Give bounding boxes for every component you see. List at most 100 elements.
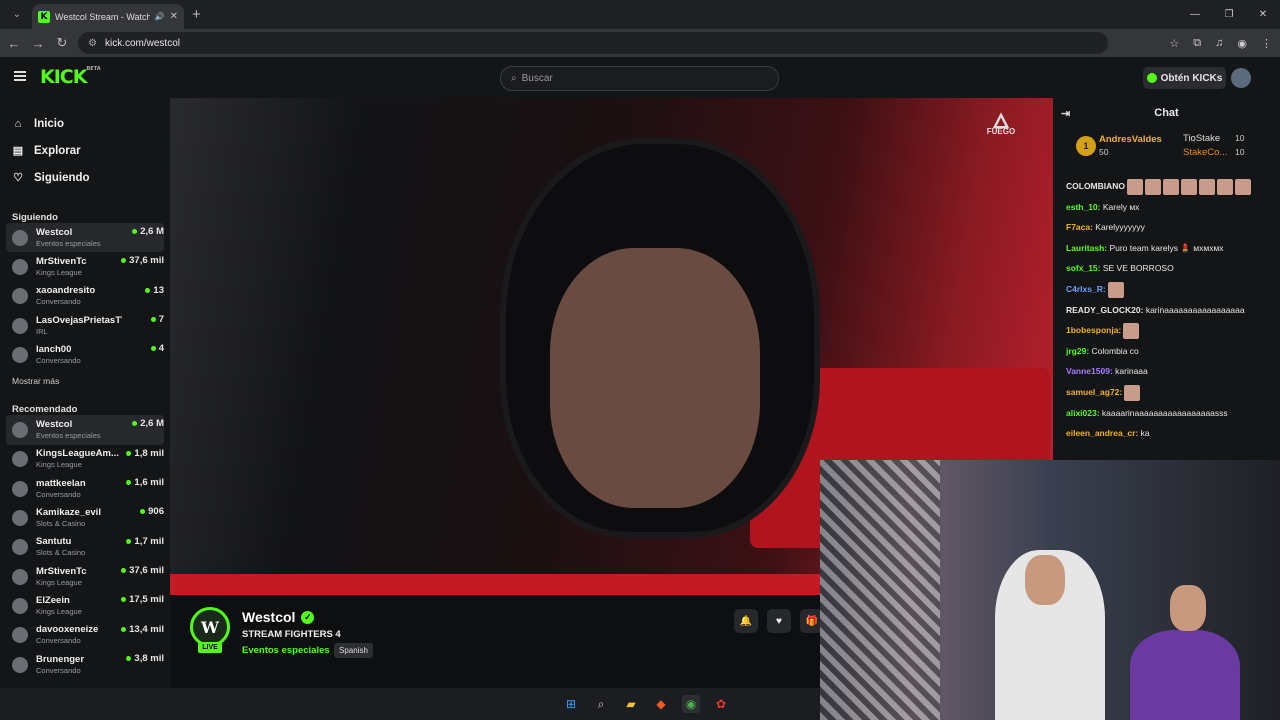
user-avatar[interactable] xyxy=(1231,68,1251,88)
get-kicks-button[interactable]: Obtén KICKs xyxy=(1143,67,1226,89)
live-badge: LIVE xyxy=(198,642,222,653)
extensions-icon[interactable]: ⧉ xyxy=(1193,37,1201,50)
channel-item[interactable]: Brunenger Conversando 3,8 mil xyxy=(6,650,164,679)
chat-username[interactable]: F7aca: xyxy=(1066,222,1093,232)
streamer-name[interactable]: Westcol xyxy=(242,609,295,625)
stream-actions: 🔔 ♥ 🎁 xyxy=(734,609,824,633)
language-tag[interactable]: Spanish xyxy=(334,643,373,658)
chat-username[interactable]: esth_10: xyxy=(1066,202,1101,212)
channel-item[interactable]: Westcol Eventos especiales 2,6 M xyxy=(6,415,164,445)
back-icon[interactable]: ← xyxy=(2,36,26,51)
chrome-browser-icon[interactable]: ◉ xyxy=(682,695,700,713)
chat-username[interactable]: eileen_andrea_cr: xyxy=(1066,428,1138,438)
chat-text: Karelyyyyyyy xyxy=(1092,222,1145,233)
leader-name[interactable]: StakeCo... xyxy=(1183,147,1227,158)
channel-item[interactable]: LasOvejasPrietasTV IRL 7 xyxy=(6,311,164,340)
chat-username[interactable]: COLOMBIANO xyxy=(1066,181,1125,191)
channel-name: LasOvejasPrietasTV xyxy=(36,314,122,326)
stream-category-link[interactable]: Eventos especiales xyxy=(242,645,330,656)
browser-menu-icon[interactable]: ⋮ xyxy=(1261,37,1272,50)
channel-avatar xyxy=(12,229,28,246)
streamer-avatar[interactable]: W xyxy=(190,607,230,647)
channel-item[interactable]: ElZeein Kings League 17,5 mil xyxy=(6,591,164,620)
channel-name: MrStivenTc xyxy=(36,255,87,267)
channel-item[interactable]: xaoandresito Conversando 13 xyxy=(6,282,164,311)
flame-icon: 🜂 xyxy=(992,111,1010,133)
channel-avatar xyxy=(12,288,28,305)
channel-item[interactable]: Kamikaze_evil Slots & Casino 906 xyxy=(6,503,164,532)
close-tab-icon[interactable]: ✕ xyxy=(170,11,178,22)
chat-username[interactable]: alixi023: xyxy=(1066,408,1100,418)
webcam-person-right xyxy=(1130,630,1240,720)
chat-message: 1bobesponja: xyxy=(1066,320,1270,341)
minimize-icon[interactable]: — xyxy=(1178,0,1212,29)
chat-text: Karely ᴍx xyxy=(1100,201,1140,212)
search-icon: ⌕ xyxy=(511,73,517,84)
emote-icon xyxy=(1163,178,1180,195)
app-icon[interactable]: ✿ xyxy=(712,695,730,713)
channel-category: Conversando xyxy=(36,297,81,307)
nav-explorar[interactable]: ▤ Explorar xyxy=(0,137,170,164)
media-icon[interactable]: ♫ xyxy=(1215,37,1223,49)
tab-search-icon[interactable]: ⌄ xyxy=(4,5,30,25)
chat-username[interactable]: samuel_ag72: xyxy=(1066,387,1122,397)
channel-item[interactable]: Westcol Eventos especiales 2,6 M xyxy=(6,223,164,253)
brave-browser-icon[interactable]: ◆ xyxy=(652,695,670,713)
show-more-link[interactable]: Mostrar más xyxy=(0,369,170,393)
leader-value: 10 xyxy=(1235,133,1245,143)
new-tab-icon[interactable]: + xyxy=(192,6,201,23)
leader-name[interactable]: AndresValdes xyxy=(1099,134,1162,145)
windows-start-icon[interactable]: ⊞ xyxy=(562,695,580,713)
leader-name[interactable]: TioStake xyxy=(1183,133,1220,144)
chat-text: kaaaarinaaaaaaaaaaaaaaaaasss xyxy=(1099,407,1228,418)
windows-taskbar: ⊞ ⌕ ▰ ◆ ◉ ✿ xyxy=(0,688,820,720)
nav-siguiendo[interactable]: ♡ Siguiendo xyxy=(0,164,170,191)
browser-toolbar: ☆ ⧉ ♫ ◉ ⋮ xyxy=(1169,29,1272,57)
heart-icon: ♡ xyxy=(13,172,23,184)
channel-item[interactable]: KingsLeagueAm... Kings League 1,8 mil xyxy=(6,445,164,474)
nav-inicio[interactable]: ⌂ Inicio xyxy=(0,110,170,137)
chat-header: ⇥ Chat xyxy=(1053,98,1280,128)
chat-username[interactable]: READY_GLOCK20: xyxy=(1066,305,1143,315)
browse-icon: ▤ xyxy=(12,145,24,157)
avatar-letter: W xyxy=(201,617,219,637)
leaderboard: 1 AndresValdes 50 TioStake 10 StakeCo...… xyxy=(1053,128,1280,168)
bookmark-star-icon[interactable]: ☆ xyxy=(1169,37,1179,50)
url-field[interactable]: ⚙ kick.com/westcol xyxy=(78,32,1108,54)
forward-icon[interactable]: → xyxy=(26,36,50,51)
chat-username[interactable]: Lauritash: xyxy=(1066,243,1107,253)
maximize-icon[interactable]: ❐ xyxy=(1212,0,1246,29)
chat-message: sofx_15: SE VE BORROSO xyxy=(1066,258,1270,279)
emote-icon xyxy=(1235,178,1252,195)
channel-item[interactable]: mattkeelan Conversando 1,6 mil xyxy=(6,474,164,503)
close-window-icon[interactable]: ✕ xyxy=(1246,0,1280,29)
channel-item[interactable]: davooxeneize Conversando 13,4 mil xyxy=(6,621,164,650)
search-input[interactable]: ⌕ Buscar xyxy=(500,66,779,91)
channel-item[interactable]: lanch00 Conversando 4 xyxy=(6,340,164,369)
chat-username[interactable]: Vanne1509: xyxy=(1066,366,1113,376)
chat-username[interactable]: C4rlxs_R: xyxy=(1066,284,1106,294)
kick-logo[interactable]: KICKBETA xyxy=(40,66,101,88)
chat-username[interactable]: sofx_15: xyxy=(1066,263,1101,273)
following-list: Westcol Eventos especiales 2,6 M MrStivenT… xyxy=(0,223,170,369)
reload-icon[interactable]: ↻ xyxy=(50,35,74,51)
browser-tab-active[interactable]: K Westcol Stream - Watch Li... 🔊 ✕ xyxy=(32,4,184,29)
chat-username[interactable]: jrg29: xyxy=(1066,346,1089,356)
site-info-icon[interactable]: ⚙ xyxy=(88,38,97,49)
channel-item[interactable]: Santutu Slots & Casino 1,7 mil xyxy=(6,533,164,562)
window-controls: — ❐ ✕ xyxy=(1178,0,1280,29)
file-explorer-icon[interactable]: ▰ xyxy=(622,695,640,713)
channel-item[interactable]: MrStivenTc Kings League 37,6 mil xyxy=(6,252,164,281)
taskbar-search-icon[interactable]: ⌕ xyxy=(592,695,610,713)
channel-item[interactable]: MrStivenTc Kings League 37,6 mil xyxy=(6,562,164,591)
follow-heart-icon[interactable]: ♥ xyxy=(767,609,791,633)
profile-icon[interactable]: ◉ xyxy=(1237,37,1247,50)
recommended-list: Westcol Eventos especiales 2,6 M KingsLeag… xyxy=(0,415,170,679)
menu-icon[interactable] xyxy=(14,71,26,81)
speaker-icon[interactable]: 🔊 xyxy=(155,12,165,21)
collapse-chat-icon[interactable]: ⇥ xyxy=(1061,107,1070,120)
chat-messages: COLOMBIANO esth_10: Karely ᴍx F7aca: Karel… xyxy=(1053,168,1280,444)
chat-username[interactable]: 1bobesponja: xyxy=(1066,325,1121,335)
notification-bell-icon[interactable]: 🔔 xyxy=(734,609,758,633)
channel-category: Conversando xyxy=(36,636,81,646)
